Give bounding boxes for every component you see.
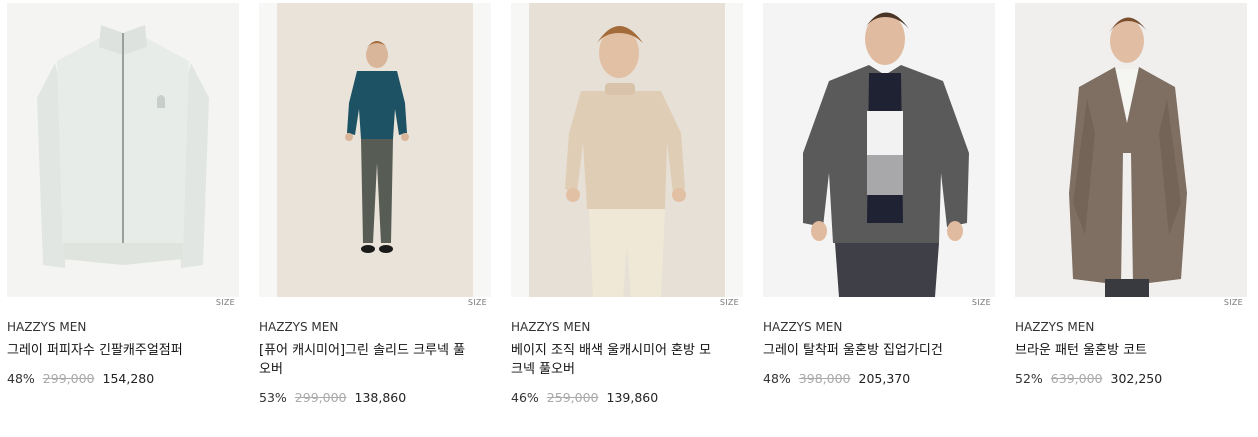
sale-price: 154,280 xyxy=(102,371,155,386)
size-tag[interactable]: SIZE xyxy=(216,298,235,307)
size-tag[interactable]: SIZE xyxy=(720,298,739,307)
original-price: 259,000 xyxy=(546,390,599,405)
discount-rate: 46% xyxy=(511,390,539,405)
price-row: 53% 299,000 138,860 xyxy=(259,390,414,405)
product-grid: SIZE HAZZYS MEN 그레이 퍼피자수 긴팔캐주얼점퍼 48% 299,… xyxy=(0,0,1258,437)
product-name[interactable]: 그레이 탈착퍼 울혼방 집업가디건 xyxy=(763,341,973,360)
size-tag[interactable]: SIZE xyxy=(972,298,991,307)
sale-price: 302,250 xyxy=(1110,371,1163,386)
product-image[interactable] xyxy=(763,3,995,297)
product-name[interactable]: 브라운 패턴 울혼방 코트 xyxy=(1015,341,1225,360)
price-row: 48% 398,000 205,370 xyxy=(763,371,918,386)
product-image[interactable] xyxy=(511,3,743,297)
sale-price: 138,860 xyxy=(354,390,407,405)
discount-rate: 52% xyxy=(1015,371,1043,386)
price-row: 48% 299,000 154,280 xyxy=(7,371,162,386)
discount-rate: 48% xyxy=(7,371,35,386)
product-brand: HAZZYS MEN xyxy=(1015,320,1095,334)
product-card[interactable]: SIZE HAZZYS MEN 베이지 조직 배색 울캐시미어 혼방 모크넥 풀… xyxy=(511,0,743,437)
original-price: 398,000 xyxy=(798,371,851,386)
product-image[interactable] xyxy=(1015,3,1247,297)
product-brand: HAZZYS MEN xyxy=(7,320,87,334)
size-tag[interactable]: SIZE xyxy=(468,298,487,307)
product-image[interactable] xyxy=(259,3,491,297)
product-card[interactable]: SIZE HAZZYS MEN 브라운 패턴 울혼방 코트 52% 639,000… xyxy=(1015,0,1247,437)
price-row: 52% 639,000 302,250 xyxy=(1015,371,1170,386)
product-image[interactable] xyxy=(7,3,239,297)
size-tag[interactable]: SIZE xyxy=(1224,298,1243,307)
product-card[interactable]: SIZE HAZZYS MEN 그레이 퍼피자수 긴팔캐주얼점퍼 48% 299,… xyxy=(7,0,239,437)
product-card[interactable]: SIZE HAZZYS MEN 그레이 탈착퍼 울혼방 집업가디건 48% 398… xyxy=(763,0,995,437)
product-name[interactable]: 그레이 퍼피자수 긴팔캐주얼점퍼 xyxy=(7,341,217,360)
original-price: 639,000 xyxy=(1050,371,1103,386)
sale-price: 205,370 xyxy=(858,371,911,386)
original-price: 299,000 xyxy=(42,371,95,386)
product-name[interactable]: [퓨어 캐시미어]그린 솔리드 크루넥 풀오버 xyxy=(259,341,469,379)
price-row: 46% 259,000 139,860 xyxy=(511,390,666,405)
product-brand: HAZZYS MEN xyxy=(259,320,339,334)
discount-rate: 53% xyxy=(259,390,287,405)
discount-rate: 48% xyxy=(763,371,791,386)
sale-price: 139,860 xyxy=(606,390,659,405)
product-brand: HAZZYS MEN xyxy=(763,320,843,334)
product-brand: HAZZYS MEN xyxy=(511,320,591,334)
product-name[interactable]: 베이지 조직 배색 울캐시미어 혼방 모크넥 풀오버 xyxy=(511,341,721,379)
product-card[interactable]: SIZE HAZZYS MEN [퓨어 캐시미어]그린 솔리드 크루넥 풀오버 … xyxy=(259,0,491,437)
original-price: 299,000 xyxy=(294,390,347,405)
